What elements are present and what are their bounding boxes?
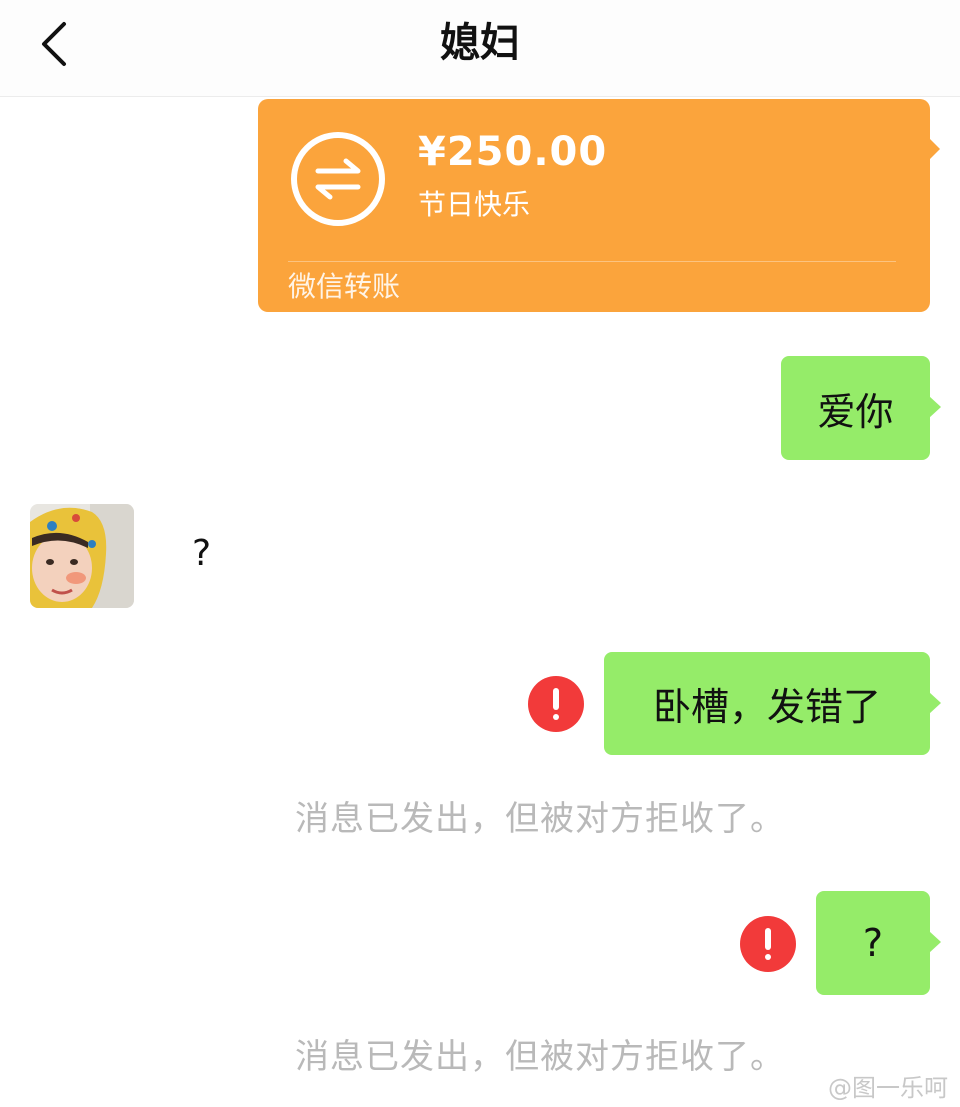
send-failed-icon[interactable]: [528, 676, 584, 732]
transfer-amount: ¥250.00: [418, 129, 608, 175]
avatar-image: [30, 504, 134, 608]
system-notice: 消息已发出，但被对方拒收了。: [295, 1037, 785, 1077]
bubble-tail: [930, 139, 940, 159]
bubble-tail: [929, 692, 941, 714]
transfer-message-card[interactable]: ¥250.00 节日快乐 微信转账: [258, 99, 940, 312]
system-notice: 消息已发出，但被对方拒收了。: [295, 799, 785, 839]
send-failed-icon[interactable]: [740, 916, 796, 972]
outgoing-message-bubble[interactable]: 爱你: [781, 356, 941, 460]
bubble-tail: [929, 931, 941, 953]
contact-avatar[interactable]: [30, 504, 134, 608]
bubble-tail: [929, 396, 941, 418]
message-text: ?: [862, 921, 884, 965]
outgoing-message-bubble[interactable]: ?: [816, 891, 941, 995]
transfer-arrows-icon: [291, 132, 385, 226]
chat-title: 媳妇: [440, 20, 520, 66]
card-divider: [288, 261, 896, 262]
watermark: @图一乐呵: [828, 1074, 948, 1102]
outgoing-message-bubble[interactable]: 卧槽，发错了: [604, 652, 941, 755]
message-text: 卧槽，发错了: [652, 685, 881, 729]
transfer-note: 节日快乐: [418, 188, 531, 221]
message-text: 爱你: [817, 389, 894, 434]
incoming-message-text[interactable]: ?: [192, 530, 211, 578]
chat-header: 媳妇: [0, 0, 960, 97]
transfer-label: 微信转账: [288, 270, 401, 303]
